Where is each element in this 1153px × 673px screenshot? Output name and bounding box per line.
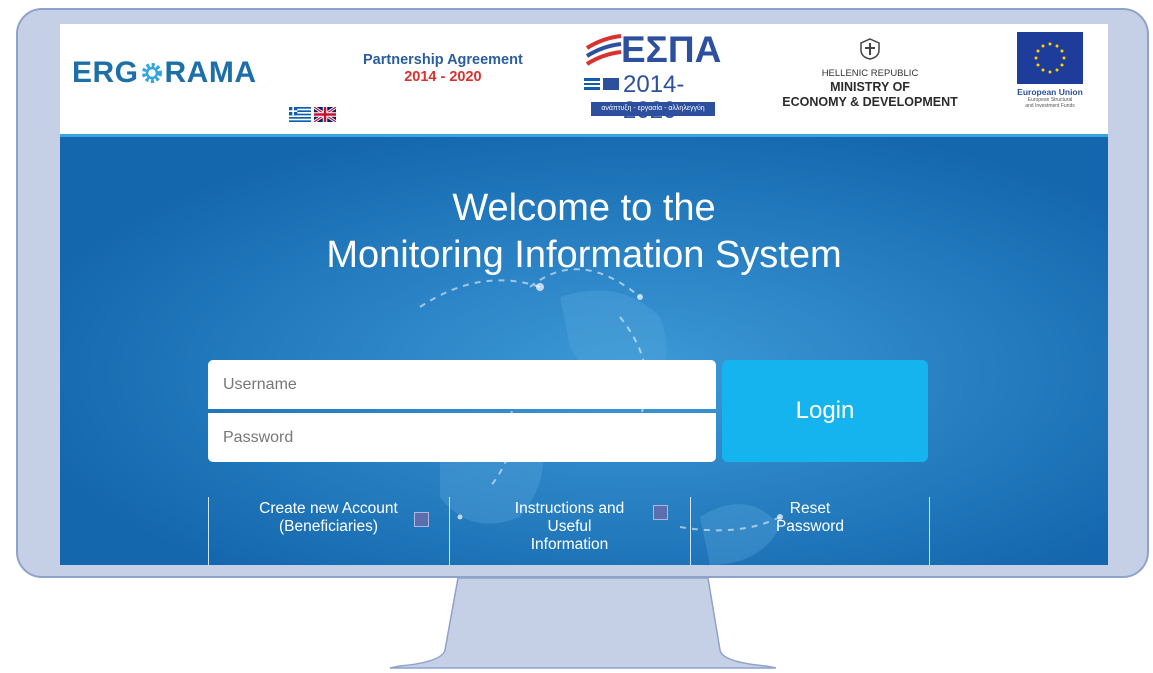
ministry-logo: HELLENIC REPUBLIC MINISTRY OF ECONOMY & … [750, 38, 990, 110]
espa-subtitle: ανάπτυξη - εργασία - αλληλεγγύη [591, 102, 715, 116]
partnership-line1: Partnership Agreement [363, 52, 523, 68]
partnership-agreement-logo: Partnership Agreement 2014 - 2020 [363, 52, 523, 86]
welcome-line1: Welcome to the [452, 187, 716, 229]
login-button[interactable]: Login [722, 360, 928, 462]
ministry-line2: MINISTRY OF [830, 80, 910, 94]
partnership-line2: 2014 - 2020 [404, 69, 482, 85]
login-hero: Welcome to the Monitoring Information Sy… [60, 137, 1108, 565]
instructions-link[interactable]: Instructions and Useful Information [449, 497, 689, 565]
espa-swoosh-icon [585, 34, 622, 66]
header-bar: ERG RAMA Partnership Agreement 2014 - 20… [60, 24, 1108, 137]
ministry-line1: HELLENIC REPUBLIC [821, 68, 919, 79]
reset-password-link[interactable]: Reset Password [690, 497, 930, 565]
greek-flag-icon[interactable] [289, 107, 311, 122]
screen: ERG RAMA Partnership Agreement 2014 - 20… [60, 24, 1108, 565]
eu-subtitle-2: and Investment Funds [1025, 103, 1075, 109]
welcome-heading: Welcome to the Monitoring Information Sy… [60, 185, 1108, 279]
create-account-line1: Create new Account [259, 500, 398, 517]
external-link-icon [653, 505, 668, 520]
instructions-line3: Information [530, 536, 609, 553]
hellenic-emblem-icon [860, 38, 880, 60]
ergorama-logo: ERG RAMA [72, 56, 257, 90]
espa-title: ΕΣΠΑ [621, 29, 722, 70]
external-link-icon [414, 512, 429, 527]
logo-text-start: ERG [72, 56, 139, 89]
password-input[interactable] [208, 413, 716, 462]
create-account-line2: (Beneficiaries) [278, 518, 379, 535]
reset-password-line2: Password [775, 518, 845, 535]
espa-logo: ΕΣΠΑ 2014-2020 ανάπτυξη - εργασία - αλλη… [581, 28, 721, 126]
language-flags [289, 107, 336, 122]
espa-flags-icon [584, 78, 619, 90]
espa-years: 2014-2020 [623, 71, 685, 124]
eu-flag-icon [1017, 32, 1083, 84]
ministry-line3: ECONOMY & DEVELOPMENT [782, 95, 958, 109]
eu-funds-logo: European Union European Structural and I… [1008, 32, 1092, 126]
eu-title: European Union [1017, 87, 1083, 97]
create-account-link[interactable]: Create new Account (Beneficiaries) [208, 497, 448, 565]
username-input[interactable] [208, 360, 716, 409]
instructions-line2: Useful [547, 518, 592, 535]
page: ERG RAMA Partnership Agreement 2014 - 20… [0, 0, 1153, 673]
reset-password-line1: Reset [789, 500, 831, 517]
welcome-line2: Monitoring Information System [326, 234, 842, 276]
logo-text-end: RAMA [164, 56, 257, 89]
uk-flag-icon[interactable] [314, 107, 336, 122]
gear-icon [141, 63, 162, 83]
